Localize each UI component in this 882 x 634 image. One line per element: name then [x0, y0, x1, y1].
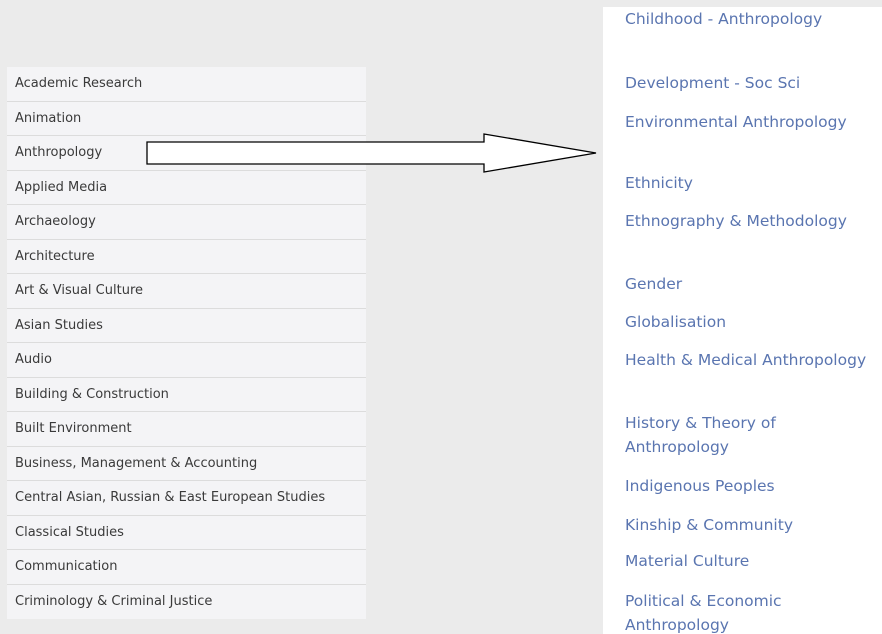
subject-item-building-construction[interactable]: Building & Construction — [7, 377, 366, 412]
subtopic-link-environmental-anthropology[interactable]: Environmental Anthropology — [625, 110, 875, 134]
subtopic-link-ethnography-methodology[interactable]: Ethnography & Methodology — [625, 209, 875, 233]
subtopic-link-development-soc-sci[interactable]: Development - Soc Sci — [625, 71, 875, 95]
subtopic-link-health-medical-anthropology[interactable]: Health & Medical Anthropology — [625, 348, 875, 372]
subject-item-architecture[interactable]: Architecture — [7, 239, 366, 274]
subtopic-link-political-economic-anthropology[interactable]: Political & Economic Anthropology — [625, 589, 875, 634]
subtopic-link-material-culture[interactable]: Material Culture — [625, 549, 875, 573]
subject-item-art-visual-culture[interactable]: Art & Visual Culture — [7, 274, 366, 309]
subtopic-link-history-theory-anthropology[interactable]: History & Theory of Anthropology — [625, 411, 875, 459]
subtopic-link-ethnicity[interactable]: Ethnicity — [625, 171, 875, 195]
subject-item-audio[interactable]: Audio — [7, 343, 366, 378]
subject-item-applied-media[interactable]: Applied Media — [7, 170, 366, 205]
subject-list: Academic Research Animation Anthropology… — [7, 67, 366, 634]
anthropology-subtopics-panel: Childhood - Anthropology Development - S… — [603, 7, 882, 634]
subject-item-communication[interactable]: Communication — [7, 550, 366, 585]
subject-item-academic-research[interactable]: Academic Research — [7, 67, 366, 102]
subject-item-archaeology[interactable]: Archaeology — [7, 205, 366, 240]
subject-item-asian-studies[interactable]: Asian Studies — [7, 308, 366, 343]
subtopic-link-indigenous-peoples[interactable]: Indigenous Peoples — [625, 474, 875, 498]
subtopic-link-childhood-anthropology[interactable]: Childhood - Anthropology — [625, 7, 875, 31]
subject-item-built-environment[interactable]: Built Environment — [7, 412, 366, 447]
subject-item-animation[interactable]: Animation — [7, 101, 366, 136]
subject-item-central-asian-russian-east-european-studies[interactable]: Central Asian, Russian & East European S… — [7, 481, 366, 516]
subtopic-link-kinship-community[interactable]: Kinship & Community — [625, 513, 875, 537]
subject-item-classical-studies[interactable]: Classical Studies — [7, 515, 366, 550]
subject-item-criminology-criminal-justice[interactable]: Criminology & Criminal Justice — [7, 584, 366, 619]
subject-item-business-management-accounting[interactable]: Business, Management & Accounting — [7, 446, 366, 481]
subtopic-link-gender[interactable]: Gender — [625, 272, 875, 296]
subtopic-link-globalisation[interactable]: Globalisation — [625, 310, 875, 334]
subject-item-anthropology[interactable]: Anthropology — [7, 136, 366, 171]
